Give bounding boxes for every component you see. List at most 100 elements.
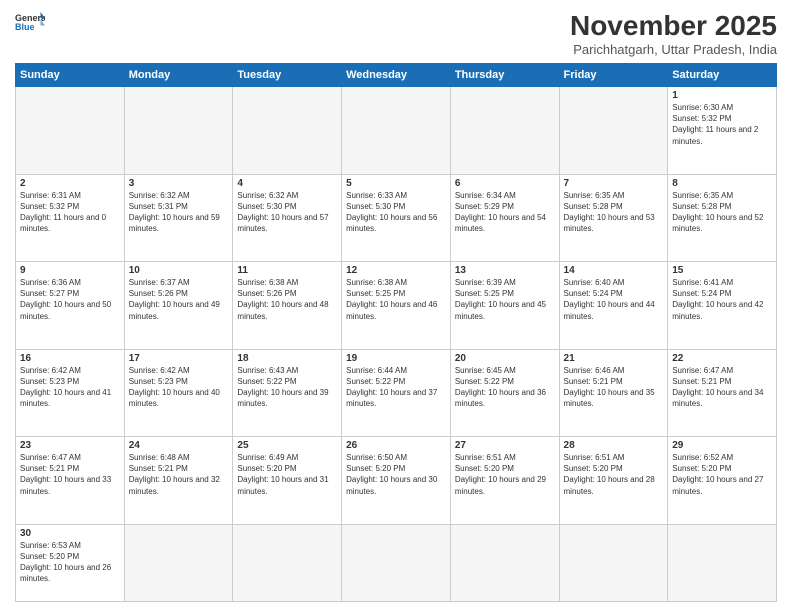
day-info: Sunrise: 6:37 AMSunset: 5:26 PMDaylight:…: [129, 277, 229, 322]
table-row: 7Sunrise: 6:35 AMSunset: 5:28 PMDaylight…: [559, 174, 668, 262]
table-row: 24Sunrise: 6:48 AMSunset: 5:21 PMDayligh…: [124, 437, 233, 525]
col-friday: Friday: [559, 64, 668, 87]
day-info: Sunrise: 6:46 AMSunset: 5:21 PMDaylight:…: [564, 365, 664, 410]
table-row: 21Sunrise: 6:46 AMSunset: 5:21 PMDayligh…: [559, 349, 668, 437]
day-number: 13: [455, 265, 555, 276]
table-row: [668, 524, 777, 602]
calendar-table: Sunday Monday Tuesday Wednesday Thursday…: [15, 63, 777, 602]
day-number: 30: [20, 528, 120, 539]
table-row: 18Sunrise: 6:43 AMSunset: 5:22 PMDayligh…: [233, 349, 342, 437]
day-info: Sunrise: 6:51 AMSunset: 5:20 PMDaylight:…: [564, 452, 664, 497]
day-number: 14: [564, 265, 664, 276]
col-sunday: Sunday: [16, 64, 125, 87]
day-number: 9: [20, 265, 120, 276]
day-info: Sunrise: 6:30 AMSunset: 5:32 PMDaylight:…: [672, 102, 772, 147]
day-info: Sunrise: 6:42 AMSunset: 5:23 PMDaylight:…: [20, 365, 120, 410]
table-row: 13Sunrise: 6:39 AMSunset: 5:25 PMDayligh…: [450, 262, 559, 350]
day-info: Sunrise: 6:35 AMSunset: 5:28 PMDaylight:…: [672, 190, 772, 235]
day-number: 10: [129, 265, 229, 276]
col-tuesday: Tuesday: [233, 64, 342, 87]
table-row: 20Sunrise: 6:45 AMSunset: 5:22 PMDayligh…: [450, 349, 559, 437]
table-row: [342, 87, 451, 175]
day-info: Sunrise: 6:34 AMSunset: 5:29 PMDaylight:…: [455, 190, 555, 235]
day-number: 22: [672, 353, 772, 364]
day-info: Sunrise: 6:38 AMSunset: 5:26 PMDaylight:…: [237, 277, 337, 322]
header: General Blue November 2025 Parichhatgarh…: [15, 10, 777, 57]
table-row: 9Sunrise: 6:36 AMSunset: 5:27 PMDaylight…: [16, 262, 125, 350]
day-number: 12: [346, 265, 446, 276]
table-row: 4Sunrise: 6:32 AMSunset: 5:30 PMDaylight…: [233, 174, 342, 262]
table-row: [233, 524, 342, 602]
day-number: 3: [129, 178, 229, 189]
day-number: 6: [455, 178, 555, 189]
table-row: 25Sunrise: 6:49 AMSunset: 5:20 PMDayligh…: [233, 437, 342, 525]
table-row: 16Sunrise: 6:42 AMSunset: 5:23 PMDayligh…: [16, 349, 125, 437]
table-row: 11Sunrise: 6:38 AMSunset: 5:26 PMDayligh…: [233, 262, 342, 350]
day-info: Sunrise: 6:50 AMSunset: 5:20 PMDaylight:…: [346, 452, 446, 497]
col-thursday: Thursday: [450, 64, 559, 87]
table-row: 14Sunrise: 6:40 AMSunset: 5:24 PMDayligh…: [559, 262, 668, 350]
table-row: [16, 87, 125, 175]
day-info: Sunrise: 6:39 AMSunset: 5:25 PMDaylight:…: [455, 277, 555, 322]
day-info: Sunrise: 6:42 AMSunset: 5:23 PMDaylight:…: [129, 365, 229, 410]
month-title: November 2025: [570, 10, 777, 42]
day-info: Sunrise: 6:45 AMSunset: 5:22 PMDaylight:…: [455, 365, 555, 410]
table-row: 8Sunrise: 6:35 AMSunset: 5:28 PMDaylight…: [668, 174, 777, 262]
table-row: [559, 524, 668, 602]
day-number: 25: [237, 440, 337, 451]
day-number: 23: [20, 440, 120, 451]
table-row: 15Sunrise: 6:41 AMSunset: 5:24 PMDayligh…: [668, 262, 777, 350]
day-number: 7: [564, 178, 664, 189]
title-block: November 2025 Parichhatgarh, Uttar Prade…: [570, 10, 777, 57]
table-row: 3Sunrise: 6:32 AMSunset: 5:31 PMDaylight…: [124, 174, 233, 262]
location: Parichhatgarh, Uttar Pradesh, India: [570, 42, 777, 57]
calendar-header-row: Sunday Monday Tuesday Wednesday Thursday…: [16, 64, 777, 87]
table-row: [124, 87, 233, 175]
day-number: 17: [129, 353, 229, 364]
table-row: [124, 524, 233, 602]
day-number: 29: [672, 440, 772, 451]
day-number: 5: [346, 178, 446, 189]
day-number: 28: [564, 440, 664, 451]
day-number: 8: [672, 178, 772, 189]
logo-icon: General Blue: [15, 10, 45, 32]
day-info: Sunrise: 6:36 AMSunset: 5:27 PMDaylight:…: [20, 277, 120, 322]
day-info: Sunrise: 6:52 AMSunset: 5:20 PMDaylight:…: [672, 452, 772, 497]
table-row: 29Sunrise: 6:52 AMSunset: 5:20 PMDayligh…: [668, 437, 777, 525]
day-number: 21: [564, 353, 664, 364]
day-number: 24: [129, 440, 229, 451]
day-number: 18: [237, 353, 337, 364]
table-row: 17Sunrise: 6:42 AMSunset: 5:23 PMDayligh…: [124, 349, 233, 437]
day-info: Sunrise: 6:47 AMSunset: 5:21 PMDaylight:…: [672, 365, 772, 410]
table-row: [233, 87, 342, 175]
table-row: 27Sunrise: 6:51 AMSunset: 5:20 PMDayligh…: [450, 437, 559, 525]
day-number: 1: [672, 90, 772, 101]
day-info: Sunrise: 6:38 AMSunset: 5:25 PMDaylight:…: [346, 277, 446, 322]
day-info: Sunrise: 6:41 AMSunset: 5:24 PMDaylight:…: [672, 277, 772, 322]
day-info: Sunrise: 6:49 AMSunset: 5:20 PMDaylight:…: [237, 452, 337, 497]
day-info: Sunrise: 6:53 AMSunset: 5:20 PMDaylight:…: [20, 540, 120, 585]
day-info: Sunrise: 6:48 AMSunset: 5:21 PMDaylight:…: [129, 452, 229, 497]
day-info: Sunrise: 6:40 AMSunset: 5:24 PMDaylight:…: [564, 277, 664, 322]
table-row: [450, 524, 559, 602]
table-row: 2Sunrise: 6:31 AMSunset: 5:32 PMDaylight…: [16, 174, 125, 262]
day-info: Sunrise: 6:33 AMSunset: 5:30 PMDaylight:…: [346, 190, 446, 235]
day-info: Sunrise: 6:35 AMSunset: 5:28 PMDaylight:…: [564, 190, 664, 235]
day-info: Sunrise: 6:31 AMSunset: 5:32 PMDaylight:…: [20, 190, 120, 235]
table-row: 26Sunrise: 6:50 AMSunset: 5:20 PMDayligh…: [342, 437, 451, 525]
col-wednesday: Wednesday: [342, 64, 451, 87]
day-info: Sunrise: 6:44 AMSunset: 5:22 PMDaylight:…: [346, 365, 446, 410]
day-number: 2: [20, 178, 120, 189]
page: General Blue November 2025 Parichhatgarh…: [0, 0, 792, 612]
table-row: [450, 87, 559, 175]
day-number: 16: [20, 353, 120, 364]
col-monday: Monday: [124, 64, 233, 87]
table-row: 19Sunrise: 6:44 AMSunset: 5:22 PMDayligh…: [342, 349, 451, 437]
day-number: 15: [672, 265, 772, 276]
day-number: 11: [237, 265, 337, 276]
table-row: 12Sunrise: 6:38 AMSunset: 5:25 PMDayligh…: [342, 262, 451, 350]
day-number: 4: [237, 178, 337, 189]
day-info: Sunrise: 6:32 AMSunset: 5:31 PMDaylight:…: [129, 190, 229, 235]
table-row: 1Sunrise: 6:30 AMSunset: 5:32 PMDaylight…: [668, 87, 777, 175]
day-number: 20: [455, 353, 555, 364]
